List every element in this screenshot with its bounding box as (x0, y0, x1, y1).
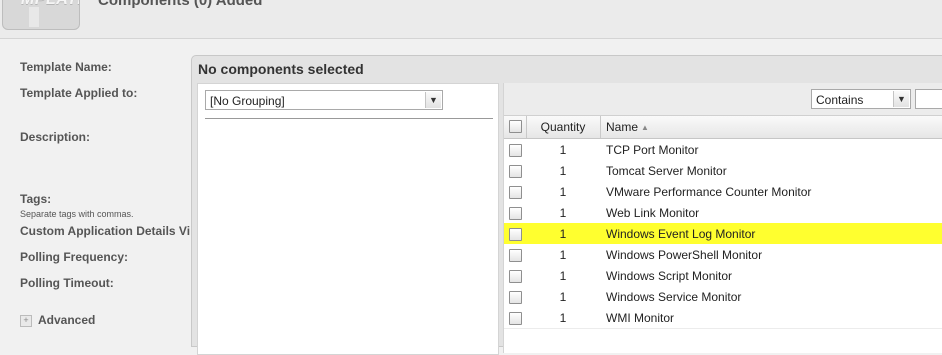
template-logo-icon: MPLATE (2, 0, 80, 30)
component-picker-dialog: No components selected [No Grouping] ▼ C… (191, 55, 942, 355)
row-quantity: 1 (559, 185, 567, 199)
polling-frequency-label: Polling Frequency: (20, 250, 129, 264)
page-header: MPLATE Components (0) Added (0, 0, 942, 39)
row-quantity: 1 (559, 227, 567, 241)
description-label: Description: (20, 130, 91, 144)
polling-timeout-label: Polling Timeout: (20, 276, 114, 290)
filter-mode-select[interactable]: Contains ▼ (811, 89, 911, 109)
row-name: Tomcat Server Monitor (606, 164, 727, 178)
tags-hint: Separate tags with commas. (20, 209, 134, 219)
table-row[interactable]: 1 Web Link Monitor (504, 202, 942, 224)
template-applied-label: Template Applied to: (20, 86, 138, 100)
table-row[interactable]: 1 WMI Monitor (504, 307, 942, 329)
filter-text-input[interactable] (915, 89, 942, 109)
row-quantity: 1 (559, 269, 567, 283)
chevron-down-icon[interactable]: ▼ (893, 91, 909, 107)
row-checkbox[interactable] (509, 312, 522, 325)
select-all-checkbox[interactable] (509, 120, 522, 133)
custom-details-label: Custom Application Details Vi (20, 224, 191, 238)
row-name: Web Link Monitor (606, 206, 700, 220)
row-quantity: 1 (559, 206, 567, 220)
row-quantity: 1 (559, 164, 567, 178)
row-checkbox[interactable] (509, 144, 522, 157)
row-name: Windows Service Monitor (606, 290, 742, 304)
row-checkbox[interactable] (509, 207, 522, 220)
filter-bar: Contains ▼ (504, 83, 942, 116)
row-name: Windows Event Log Monitor (606, 227, 756, 241)
grouping-pane: [No Grouping] ▼ (197, 83, 499, 355)
column-divider (600, 116, 601, 138)
column-header-name-label: Name (606, 120, 639, 134)
template-logo-text: MPLATE (21, 0, 79, 9)
row-checkbox[interactable] (509, 291, 522, 304)
grid-header: Quantity Name ▲ (504, 116, 942, 139)
components-pane: Contains ▼ Quantity Name ▲ 1 TCP Port Moni… (503, 83, 942, 353)
column-header-quantity[interactable]: Quantity (527, 120, 599, 134)
table-row[interactable]: 1 VMware Performance Counter Monitor (504, 181, 942, 203)
divider (205, 118, 493, 119)
row-checkbox[interactable] (509, 165, 522, 178)
expand-plus-icon: + (20, 315, 32, 327)
filter-mode-value: Contains (816, 93, 864, 107)
grouping-select[interactable]: [No Grouping] ▼ (205, 90, 443, 110)
tags-label: Tags: (20, 192, 52, 206)
template-name-label: Template Name: (20, 60, 112, 74)
advanced-toggle[interactable]: + Advanced (20, 313, 95, 327)
advanced-label: Advanced (38, 313, 96, 327)
row-checkbox[interactable] (509, 228, 522, 241)
table-row[interactable]: 1 Windows Service Monitor (504, 286, 942, 308)
dialog-title: No components selected (198, 61, 364, 77)
grouping-select-value: [No Grouping] (210, 94, 285, 108)
column-header-name[interactable]: Name ▲ (606, 120, 649, 134)
row-checkbox[interactable] (509, 249, 522, 262)
table-row[interactable]: 1 Windows Event Log Monitor (504, 223, 942, 245)
table-row[interactable]: 1 Windows Script Monitor (504, 265, 942, 287)
chevron-down-icon[interactable]: ▼ (425, 92, 441, 108)
row-quantity: 1 (559, 143, 567, 157)
row-name: WMI Monitor (606, 311, 675, 325)
row-name: Windows PowerShell Monitor (606, 248, 763, 262)
table-row[interactable]: 1 Tomcat Server Monitor (504, 160, 942, 182)
row-checkbox[interactable] (509, 270, 522, 283)
row-quantity: 1 (559, 248, 567, 262)
row-name: Windows Script Monitor (606, 269, 733, 283)
table-row[interactable]: 1 Windows PowerShell Monitor (504, 244, 942, 266)
row-name: TCP Port Monitor (606, 143, 699, 157)
sort-ascending-icon: ▲ (641, 123, 649, 132)
table-row[interactable]: 1 TCP Port Monitor (504, 139, 942, 161)
page-title: Components (0) Added (98, 0, 263, 9)
row-checkbox[interactable] (509, 186, 522, 199)
row-name: VMware Performance Counter Monitor (606, 185, 812, 199)
row-quantity: 1 (559, 290, 567, 304)
row-quantity: 1 (559, 311, 567, 325)
